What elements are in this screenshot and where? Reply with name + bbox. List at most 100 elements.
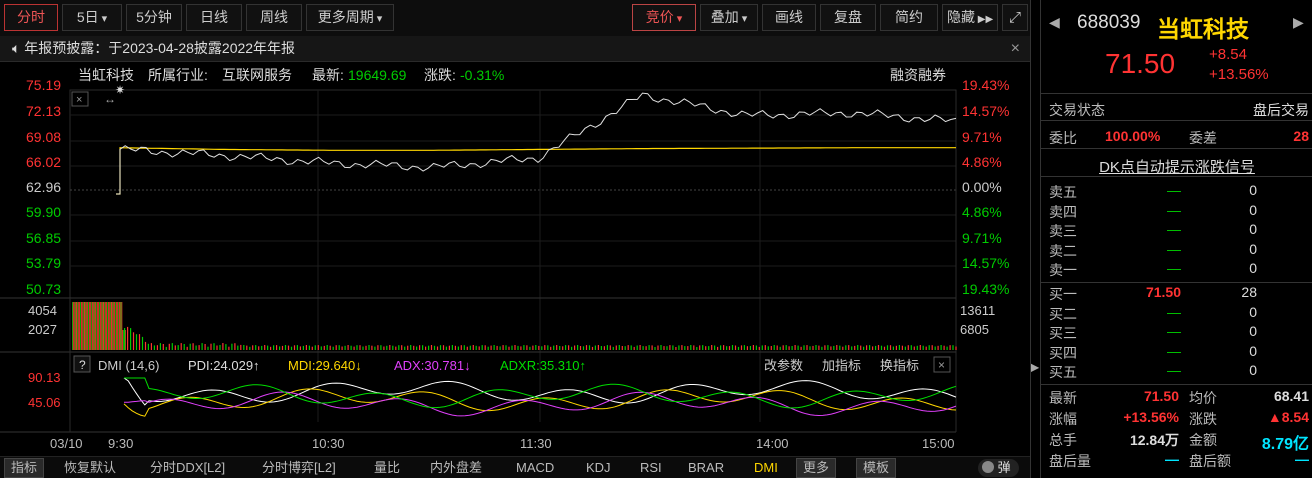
notice-close-icon[interactable]: × [1011,36,1020,61]
popup-toggle[interactable]: 弹 [978,459,1019,477]
volume-bar [258,346,260,350]
dk-signal-link[interactable]: DK点自动提示涨跌信号 [1099,159,1255,176]
volume-bar [73,302,75,350]
volume-bar [439,345,442,350]
volume-bar [83,302,85,350]
stat-value: ▲8.54 [1267,409,1309,425]
tab-more-periods[interactable]: 更多周期 [306,4,394,31]
volume-bar [889,345,892,350]
stats-block: 最新 71.50 均价 68.41 涨幅 +13.56% 涨跌 ▲8.54 总手 12.84万 金额… [1041,388,1312,478]
volume-bar [144,341,147,350]
volume-bar [395,346,397,350]
panel-toggle-icon[interactable]: ▶ [1030,360,1040,380]
buy-order-row: 买五 — 0 [1041,362,1312,381]
price-tick-right: 0.00% [962,179,1002,195]
simple-button[interactable]: 简约 [880,4,938,31]
tab-5day[interactable]: 5日 [62,4,122,31]
volume-bar [377,345,379,350]
volume-bar [460,345,462,350]
hide-button-label: 隐藏 [947,9,975,25]
replay-button[interactable]: 复盘 [820,4,876,31]
tab-daily[interactable]: 日线 [186,4,242,31]
volume-bar [836,345,838,350]
dmi-close-icon[interactable]: × [938,358,945,372]
volume-bar [472,345,474,350]
prev-stock-icon[interactable]: ◀ [1049,14,1060,31]
order-volume: 0 [1249,240,1257,257]
volume-bar [380,345,382,350]
auction-button[interactable]: 竞价 [632,4,696,31]
volume-bar [365,345,367,350]
volume-bar [824,345,826,350]
volume-bar [636,345,638,350]
current-price: 71.50 [1105,48,1176,79]
volume-bar [484,345,486,350]
volume-bar [150,343,152,350]
order-volume: 0 [1249,260,1257,276]
volume-bar [281,345,284,350]
restore-default-tab[interactable]: 恢复默认 [64,457,116,478]
volume-bar [121,302,123,350]
stat-value: 68.41 [1273,388,1309,404]
indicator-tab-label[interactable]: 指标 [4,458,45,478]
volume-bar [919,345,921,350]
margin-trading-link[interactable]: 融资融券 [890,67,946,83]
volume-bar [535,345,537,350]
volume-ratio-tab[interactable]: 量比 [374,457,400,478]
volume-bar [934,346,936,350]
volume-bar [195,345,197,350]
chart-close-icon[interactable]: × [76,94,82,106]
next-stock-icon[interactable]: ▶ [1293,14,1304,31]
volume-bar [234,343,236,350]
volume-bar [532,345,534,350]
volume-bar [880,345,883,350]
volume-bar [74,302,76,350]
dmi-add-indicator[interactable]: 加指标 [822,358,861,373]
tab-intraday[interactable]: 分时 [4,4,58,31]
game-tab[interactable]: 分时博弈[L2] [262,457,336,478]
dk-signal-row[interactable]: DK点自动提示涨跌信号 [1041,156,1312,177]
tab-weekly[interactable]: 周线 [246,4,302,31]
volume-bar [815,345,817,350]
wb-value: 100.00% [1105,128,1161,144]
volume-bar [877,345,880,350]
volume-bar [81,302,83,350]
tab-5min[interactable]: 5分钟 [126,4,182,31]
volume-bar [317,345,319,350]
volume-bar [116,302,117,350]
draw-line-button[interactable]: 画线 [762,4,816,31]
macd-tab[interactable]: MACD [516,457,554,478]
stat-value: — [1295,451,1309,467]
volume-bar [359,345,361,350]
brar-tab[interactable]: BRAR [688,457,724,478]
volume-bar [90,302,91,350]
volume-bar [249,346,251,350]
dmi-tab[interactable]: DMI [754,457,778,478]
volume-bar [794,345,796,350]
ddx-tab[interactable]: 分时DDX[L2] [150,457,225,478]
fullscreen-icon[interactable]: ⤢ [1002,4,1028,31]
overlay-button[interactable]: 叠加 [700,4,758,31]
hide-button[interactable]: 隐藏 ▶▶ [942,4,998,31]
volume-bar [904,346,906,350]
volume-bar [728,346,731,350]
trade-status-value: 盘后交易 [1253,102,1309,118]
volume-bar [252,345,254,350]
more-tab[interactable]: 更多 [796,458,837,478]
kdj-tab[interactable]: KDJ [586,457,611,478]
template-tab[interactable]: 模板 [856,458,897,478]
order-price: — [1167,221,1181,237]
inout-diff-tab[interactable]: 内外盘差 [430,457,482,478]
stock-code: 688039 [1077,12,1141,33]
dmi-edit-params[interactable]: 改参数 [764,358,803,373]
volume-bar [347,345,349,350]
cursor-star-icon: ✷ [115,83,125,97]
dmi-switch-indicator[interactable]: 换指标 [880,358,919,373]
stat-value: +13.56% [1123,409,1179,425]
volume-bar [654,347,656,350]
volume-bar [94,302,96,350]
dmi-help-icon[interactable]: ? [79,358,86,372]
volume-bar [809,346,811,350]
rsi-tab[interactable]: RSI [640,457,662,478]
wc-value: 28 [1293,128,1309,144]
